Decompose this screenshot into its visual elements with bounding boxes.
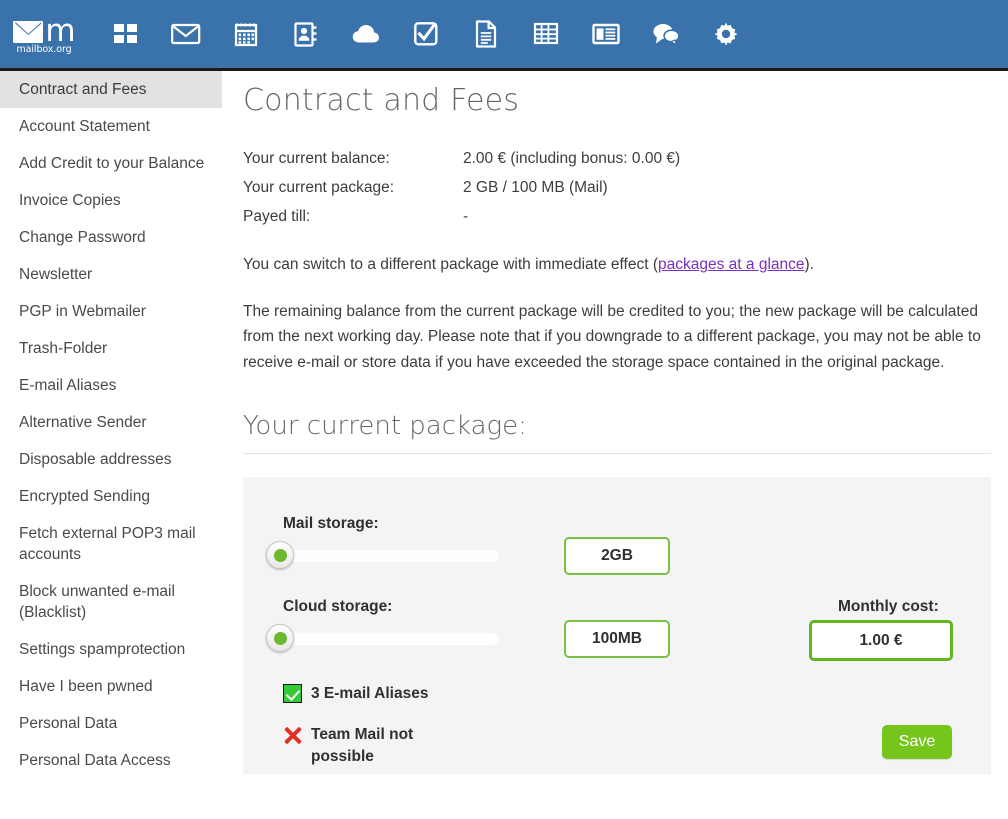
tasks-checkbox-icon[interactable] xyxy=(396,0,456,70)
sidebar-item-alternative-sender[interactable]: Alternative Sender xyxy=(0,404,222,441)
info-label-payed-till: Payed till: xyxy=(243,202,463,231)
sidebar-item-change-password[interactable]: Change Password xyxy=(0,219,222,256)
mail-storage-value: 2GB xyxy=(564,537,670,575)
info-value-package: 2 GB / 100 MB (Mail) xyxy=(463,173,608,202)
sidebar-item-settings-spamprotection[interactable]: Settings spamprotection xyxy=(0,631,222,668)
presentation-icon[interactable] xyxy=(576,0,636,70)
cloud-storage-label: Cloud storage: xyxy=(283,598,392,616)
checkmark-icon xyxy=(283,684,302,703)
feature-email-aliases: 3 E-mail Aliases xyxy=(283,683,513,705)
current-package-heading: Your current package: xyxy=(243,411,991,454)
app-launcher-icons xyxy=(96,0,756,70)
downgrade-notice-paragraph: The remaining balance from the current p… xyxy=(243,299,993,376)
sidebar-item-add-credit[interactable]: Add Credit to your Balance xyxy=(0,145,222,182)
monthly-cost-value: 1.00 € xyxy=(809,620,953,661)
sidebar-item-fetch-pop3-accounts[interactable]: Fetch external POP3 mail accounts xyxy=(0,515,222,573)
mail-storage-slider[interactable] xyxy=(277,549,499,562)
cross-x-icon xyxy=(283,726,302,745)
sidebar-item-invoice-copies[interactable]: Invoice Copies xyxy=(0,182,222,219)
text-document-icon[interactable] xyxy=(456,0,516,70)
cloud-storage-value: 100MB xyxy=(564,620,670,658)
mail-storage-label: Mail storage: xyxy=(283,515,379,533)
calendar-icon[interactable] xyxy=(216,0,276,70)
sidebar-item-encrypted-sending[interactable]: Encrypted Sending xyxy=(0,478,222,515)
cloud-storage-slider-handle[interactable] xyxy=(266,624,294,652)
sidebar-item-personal-data[interactable]: Personal Data xyxy=(0,705,222,742)
sidebar-item-pgp-in-webmailer[interactable]: PGP in Webmailer xyxy=(0,293,222,330)
info-label-balance: Your current balance: xyxy=(243,144,463,173)
sidebar-item-account-statement[interactable]: Account Statement xyxy=(0,108,222,145)
sidebar-item-contract-and-fees[interactable]: Contract and Fees xyxy=(0,71,222,108)
feature-team-mail: Team Mail not possible xyxy=(283,724,463,768)
sidebar-item-have-i-been-pwned[interactable]: Have I been pwned xyxy=(0,668,222,705)
logo-mark: m xyxy=(13,13,74,43)
feature-team-mail-label: Team Mail not possible xyxy=(311,724,463,768)
sidebar-item-newsletter[interactable]: Newsletter xyxy=(0,256,222,293)
paragraph-text-before: You can switch to a different package wi… xyxy=(243,256,658,273)
mail-envelope-icon[interactable] xyxy=(156,0,216,70)
sidebar-item-email-aliases[interactable]: E-mail Aliases xyxy=(0,367,222,404)
monthly-cost-label: Monthly cost: xyxy=(838,598,939,616)
top-navigation-bar: m mailbox.org xyxy=(0,0,1008,71)
paragraph-text-after: ). xyxy=(805,256,814,273)
info-row-payed-till: Payed till: - xyxy=(243,202,1008,231)
info-value-payed-till: - xyxy=(463,202,468,231)
page-title: Contract and Fees xyxy=(243,83,1008,118)
info-label-package: Your current package: xyxy=(243,173,463,202)
info-row-balance: Your current balance: 2.00 € (including … xyxy=(243,144,1008,173)
chat-bubbles-icon[interactable] xyxy=(636,0,696,70)
info-row-package: Your current package: 2 GB / 100 MB (Mai… xyxy=(243,173,1008,202)
spreadsheet-grid-icon[interactable] xyxy=(516,0,576,70)
package-configurator-panel: Mail storage: 2GB Cloud storage: 100MB M… xyxy=(243,477,991,774)
gear-settings-icon[interactable] xyxy=(696,0,756,70)
main-content: Contract and Fees Your current balance: … xyxy=(243,71,1008,819)
logo-letter: m xyxy=(45,19,74,43)
mail-storage-slider-handle[interactable] xyxy=(266,541,294,569)
packages-at-a-glance-link[interactable]: packages at a glance xyxy=(658,256,805,273)
address-book-icon[interactable] xyxy=(276,0,336,70)
switch-package-paragraph: You can switch to a different package wi… xyxy=(243,252,993,278)
settings-sidebar: Contract and Fees Account Statement Add … xyxy=(0,71,222,819)
logo-wordmark: mailbox.org xyxy=(16,44,71,55)
account-info-table: Your current balance: 2.00 € (including … xyxy=(243,144,1008,231)
apps-grid-icon[interactable] xyxy=(96,0,156,70)
mailbox-logo[interactable]: m mailbox.org xyxy=(8,8,80,60)
sidebar-item-disposable-addresses[interactable]: Disposable addresses xyxy=(0,441,222,478)
cloud-icon[interactable] xyxy=(336,0,396,70)
info-value-balance: 2.00 € (including bonus: 0.00 €) xyxy=(463,144,680,173)
envelope-icon xyxy=(13,21,43,43)
cloud-storage-slider[interactable] xyxy=(277,632,499,645)
sidebar-item-block-unwanted-email[interactable]: Block unwanted e-mail (Blacklist) xyxy=(0,573,222,631)
sidebar-item-personal-data-access[interactable]: Personal Data Access xyxy=(0,742,222,779)
feature-email-aliases-label: 3 E-mail Aliases xyxy=(311,683,428,705)
sidebar-item-trash-folder[interactable]: Trash-Folder xyxy=(0,330,222,367)
save-button[interactable]: Save xyxy=(882,725,952,759)
